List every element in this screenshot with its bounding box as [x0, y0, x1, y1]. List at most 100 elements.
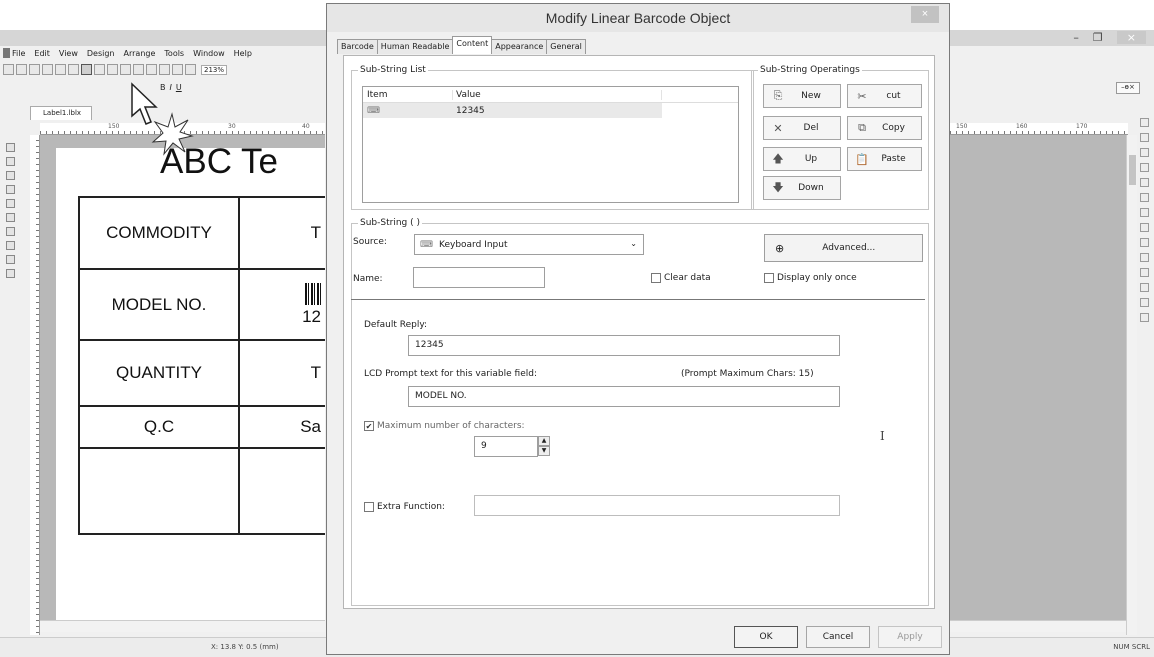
tab-human-readable[interactable]: Human Readable	[376, 39, 454, 54]
row-value[interactable]: Sa	[240, 407, 325, 447]
open-file-icon[interactable]	[16, 64, 27, 75]
menu-help[interactable]: Help	[234, 49, 252, 58]
undo-icon[interactable]	[146, 64, 157, 75]
row-value[interactable]: T	[240, 341, 325, 405]
up-button[interactable]: 🡅 Up	[763, 147, 841, 171]
lcd-prompt-input[interactable]: MODEL NO.	[408, 386, 840, 407]
bring-front-icon[interactable]	[1140, 268, 1149, 277]
tab-general[interactable]: General	[546, 39, 586, 54]
align-right-icon[interactable]	[1140, 133, 1149, 142]
document-tab[interactable]: Label1.lblx	[30, 106, 92, 120]
column-item[interactable]: Item	[363, 89, 453, 100]
row-value[interactable]	[240, 449, 325, 533]
spin-down-icon[interactable]: ▼	[538, 446, 550, 456]
menu-design[interactable]: Design	[87, 49, 115, 58]
label-table[interactable]: COMMODITY T MODEL NO. 12 QUANTITY T Q.C …	[78, 196, 325, 535]
copy-button[interactable]: ⧉ Copy	[847, 116, 922, 140]
align-bottom-icon[interactable]	[1140, 163, 1149, 172]
new-button[interactable]: ⎘ New	[763, 84, 841, 108]
down-button[interactable]: 🡇 Down	[763, 176, 841, 200]
unlock-icon[interactable]	[1140, 313, 1149, 322]
checkbox-box[interactable]: ✔	[364, 421, 374, 431]
checkbox-box[interactable]	[651, 273, 661, 283]
page-icon[interactable]	[55, 64, 66, 75]
checkbox-box[interactable]	[764, 273, 774, 283]
zoom-out-icon[interactable]	[185, 64, 196, 75]
align-top-icon[interactable]	[1140, 148, 1149, 157]
column-value[interactable]: Value	[453, 89, 662, 100]
cancel-button[interactable]: Cancel	[806, 626, 870, 648]
barcode-object[interactable]: 12	[240, 270, 325, 339]
substring-list[interactable]: Item Value ⌨ 12345	[362, 86, 739, 203]
redo-icon[interactable]	[159, 64, 170, 75]
extra-function-input[interactable]	[474, 495, 840, 516]
barcode-tool-icon[interactable]	[6, 171, 15, 180]
cut-icon[interactable]	[107, 64, 118, 75]
database-tool-icon[interactable]	[6, 269, 15, 278]
menu-tools[interactable]: Tools	[164, 49, 184, 58]
tab-barcode[interactable]: Barcode	[337, 39, 378, 54]
row-name[interactable]: COMMODITY	[80, 198, 240, 268]
list-item[interactable]: ⌨ 12345	[363, 103, 662, 118]
lock-icon[interactable]	[1140, 298, 1149, 307]
align-left-icon[interactable]	[1140, 118, 1149, 127]
restore-icon[interactable]: ❐	[1093, 31, 1103, 44]
same-height-icon[interactable]	[1140, 253, 1149, 262]
qr-tool-icon[interactable]	[6, 185, 15, 194]
center-h-icon[interactable]	[1140, 178, 1149, 187]
line-tool-icon[interactable]	[6, 199, 15, 208]
ellipse-tool-icon[interactable]	[6, 227, 15, 236]
advanced-button[interactable]: ⊕ Advanced...	[764, 234, 923, 262]
max-chars-input[interactable]: 9	[474, 436, 538, 457]
scroll-thumb[interactable]	[1129, 155, 1136, 185]
dialog-titlebar[interactable]: Modify Linear Barcode Object ×	[327, 4, 949, 32]
copy-icon[interactable]	[120, 64, 131, 75]
menu-arrange[interactable]: Arrange	[124, 49, 156, 58]
group-icon[interactable]	[1140, 208, 1149, 217]
center-v-icon[interactable]	[1140, 193, 1149, 202]
dialog-close-button[interactable]: ×	[911, 6, 939, 23]
send-back-icon[interactable]	[1140, 283, 1149, 292]
menu-edit[interactable]: Edit	[34, 49, 50, 58]
horizontal-scrollbar-right[interactable]	[950, 620, 1126, 632]
max-chars-checkbox[interactable]: ✔ Maximum number of characters:	[364, 421, 525, 431]
zoom-in-icon[interactable]	[172, 64, 183, 75]
tab-content[interactable]: Content	[452, 36, 493, 54]
minimize-icon[interactable]: –	[1073, 31, 1079, 44]
paste-button[interactable]: 📋 Paste	[847, 147, 922, 171]
mdi-controls[interactable]: –ɵ×	[1116, 82, 1140, 94]
row-name[interactable]: Q.C	[80, 407, 240, 447]
preview-icon[interactable]	[94, 64, 105, 75]
new-file-icon[interactable]	[3, 64, 14, 75]
cut-button[interactable]: ✂ cut	[847, 84, 922, 108]
row-value[interactable]: T	[240, 198, 325, 268]
row-name[interactable]: MODEL NO.	[80, 270, 240, 339]
ungroup-icon[interactable]	[1140, 223, 1149, 232]
display-once-checkbox[interactable]: Display only once	[764, 273, 857, 283]
bold-icon[interactable]: B	[160, 83, 166, 92]
paste-icon[interactable]	[133, 64, 144, 75]
barcode-tool-icon[interactable]	[68, 64, 79, 75]
table-tool-icon[interactable]	[6, 255, 15, 264]
image-tool-icon[interactable]	[6, 241, 15, 250]
default-reply-input[interactable]: 12345	[408, 335, 840, 356]
menu-view[interactable]: View	[59, 49, 78, 58]
vertical-scrollbar[interactable]	[1126, 135, 1137, 635]
horizontal-scrollbar[interactable]	[40, 620, 325, 632]
underline-icon[interactable]: U	[176, 83, 182, 92]
ok-button[interactable]: OK	[734, 626, 798, 648]
extra-function-checkbox[interactable]: Extra Function:	[364, 502, 445, 512]
max-chars-stepper[interactable]: 9 ▲ ▼	[474, 436, 552, 457]
tab-appearance[interactable]: Appearance	[491, 39, 548, 54]
name-input[interactable]	[413, 267, 545, 288]
zoom-level[interactable]: 213%	[201, 64, 228, 75]
rectangle-tool-icon[interactable]	[6, 213, 15, 222]
linear-barcode-icon[interactable]	[81, 64, 92, 75]
save-icon[interactable]	[29, 64, 40, 75]
source-select[interactable]: ⌨ Keyboard Input ⌄	[414, 234, 644, 255]
row-name[interactable]: QUANTITY	[80, 341, 240, 405]
apply-button[interactable]: Apply	[878, 626, 942, 648]
print-icon[interactable]	[42, 64, 53, 75]
pointer-tool-icon[interactable]	[6, 143, 15, 152]
same-width-icon[interactable]	[1140, 238, 1149, 247]
